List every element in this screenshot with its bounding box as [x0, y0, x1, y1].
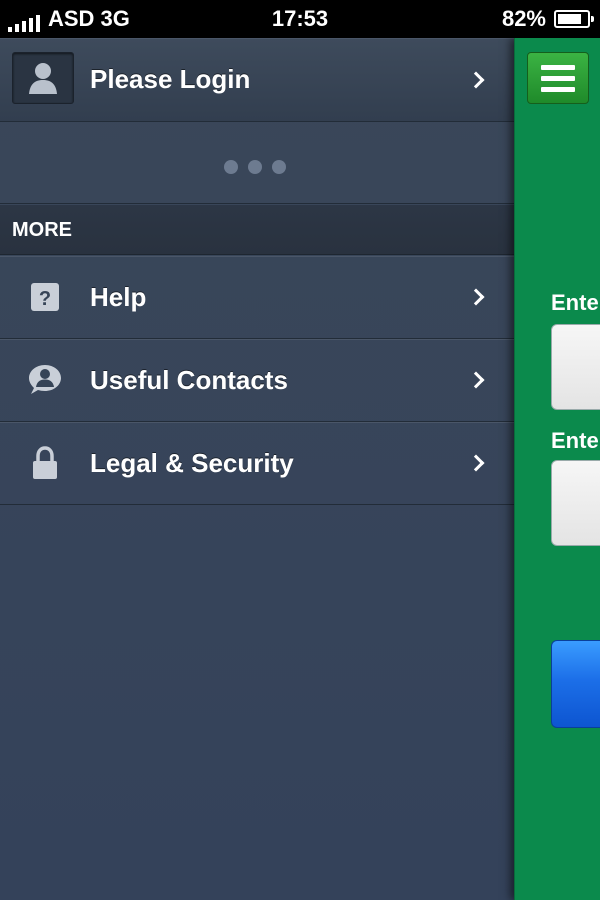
menu-item-label: Help — [90, 281, 147, 312]
svg-text:?: ? — [39, 288, 51, 310]
user-icon — [12, 52, 74, 104]
hamburger-line — [541, 75, 575, 81]
field-label-1: Ente — [551, 290, 599, 315]
chevron-right-icon — [467, 371, 485, 389]
main-panel: Ente Ente — [514, 38, 600, 900]
page-dot — [224, 160, 238, 174]
menu-item-useful-contacts[interactable]: Useful Contacts — [0, 339, 514, 422]
input-field-1[interactable] — [551, 324, 600, 410]
status-right: 82% — [501, 6, 594, 32]
menu-item-legal-security[interactable]: Legal & Security — [0, 422, 514, 505]
page-indicator — [224, 160, 286, 174]
section-header-more: MORE — [0, 205, 514, 255]
chevron-right-icon — [467, 288, 485, 306]
section-header-label: MORE — [12, 219, 72, 241]
status-bar: ASD 3G 17:53 82% — [0, 0, 600, 38]
hamburger-line — [541, 86, 575, 92]
menu-item-help[interactable]: ? Help — [0, 256, 514, 339]
field-label-2: Ente — [551, 428, 599, 453]
login-row[interactable]: Please Login — [0, 38, 514, 122]
battery-percent: 82% — [501, 6, 546, 31]
chevron-right-icon — [467, 454, 485, 472]
page-dot — [248, 160, 262, 174]
battery-icon — [554, 10, 594, 28]
hamburger-menu-button[interactable] — [527, 52, 589, 104]
submit-button[interactable] — [551, 640, 600, 728]
side-menu: Please Login MORE ? Help Useful Contacts… — [0, 38, 514, 900]
hamburger-line — [541, 64, 575, 70]
lock-icon — [28, 446, 62, 480]
login-label: Please Login — [90, 64, 251, 94]
help-icon: ? — [28, 280, 62, 314]
page-indicator-area — [0, 122, 514, 204]
menu-item-label: Useful Contacts — [90, 364, 288, 395]
chevron-right-icon — [467, 71, 485, 88]
menu-item-label: Legal & Security — [90, 447, 294, 478]
input-field-2[interactable] — [551, 460, 600, 546]
contacts-icon — [28, 363, 62, 397]
page-dot — [272, 160, 286, 174]
